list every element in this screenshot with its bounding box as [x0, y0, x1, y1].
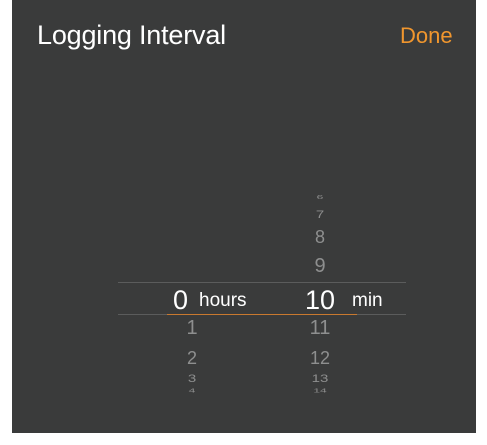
minutes-option[interactable]: 7 [290, 209, 350, 220]
minutes-option[interactable]: 9 [290, 256, 350, 276]
hours-selected-value[interactable]: 0 [173, 287, 188, 314]
hours-option[interactable]: 3 [162, 373, 222, 384]
interval-picker: 1 2 3 4 0 hours 6 7 8 9 11 12 13 14 10 m… [12, 0, 476, 433]
minutes-option[interactable]: 8 [290, 228, 350, 246]
hours-option[interactable]: 2 [162, 349, 222, 367]
hours-option[interactable]: 1 [162, 318, 222, 338]
hours-unit-label: hours [199, 290, 247, 311]
minutes-option[interactable]: 6 [290, 195, 350, 200]
minutes-selected-value[interactable]: 10 [305, 287, 335, 314]
hours-option[interactable]: 4 [162, 388, 222, 393]
minutes-option[interactable]: 12 [290, 349, 350, 367]
minutes-option[interactable]: 14 [290, 388, 350, 393]
minutes-wheel[interactable]: 6 7 8 9 11 12 13 14 [290, 0, 350, 433]
logging-interval-sheet: Logging Interval Done 1 2 3 4 0 hours 6 … [12, 0, 476, 433]
minutes-unit-label: min [352, 290, 383, 311]
minutes-option[interactable]: 11 [290, 318, 350, 338]
minutes-option[interactable]: 13 [290, 373, 350, 384]
hours-wheel[interactable]: 1 2 3 4 [162, 0, 222, 433]
